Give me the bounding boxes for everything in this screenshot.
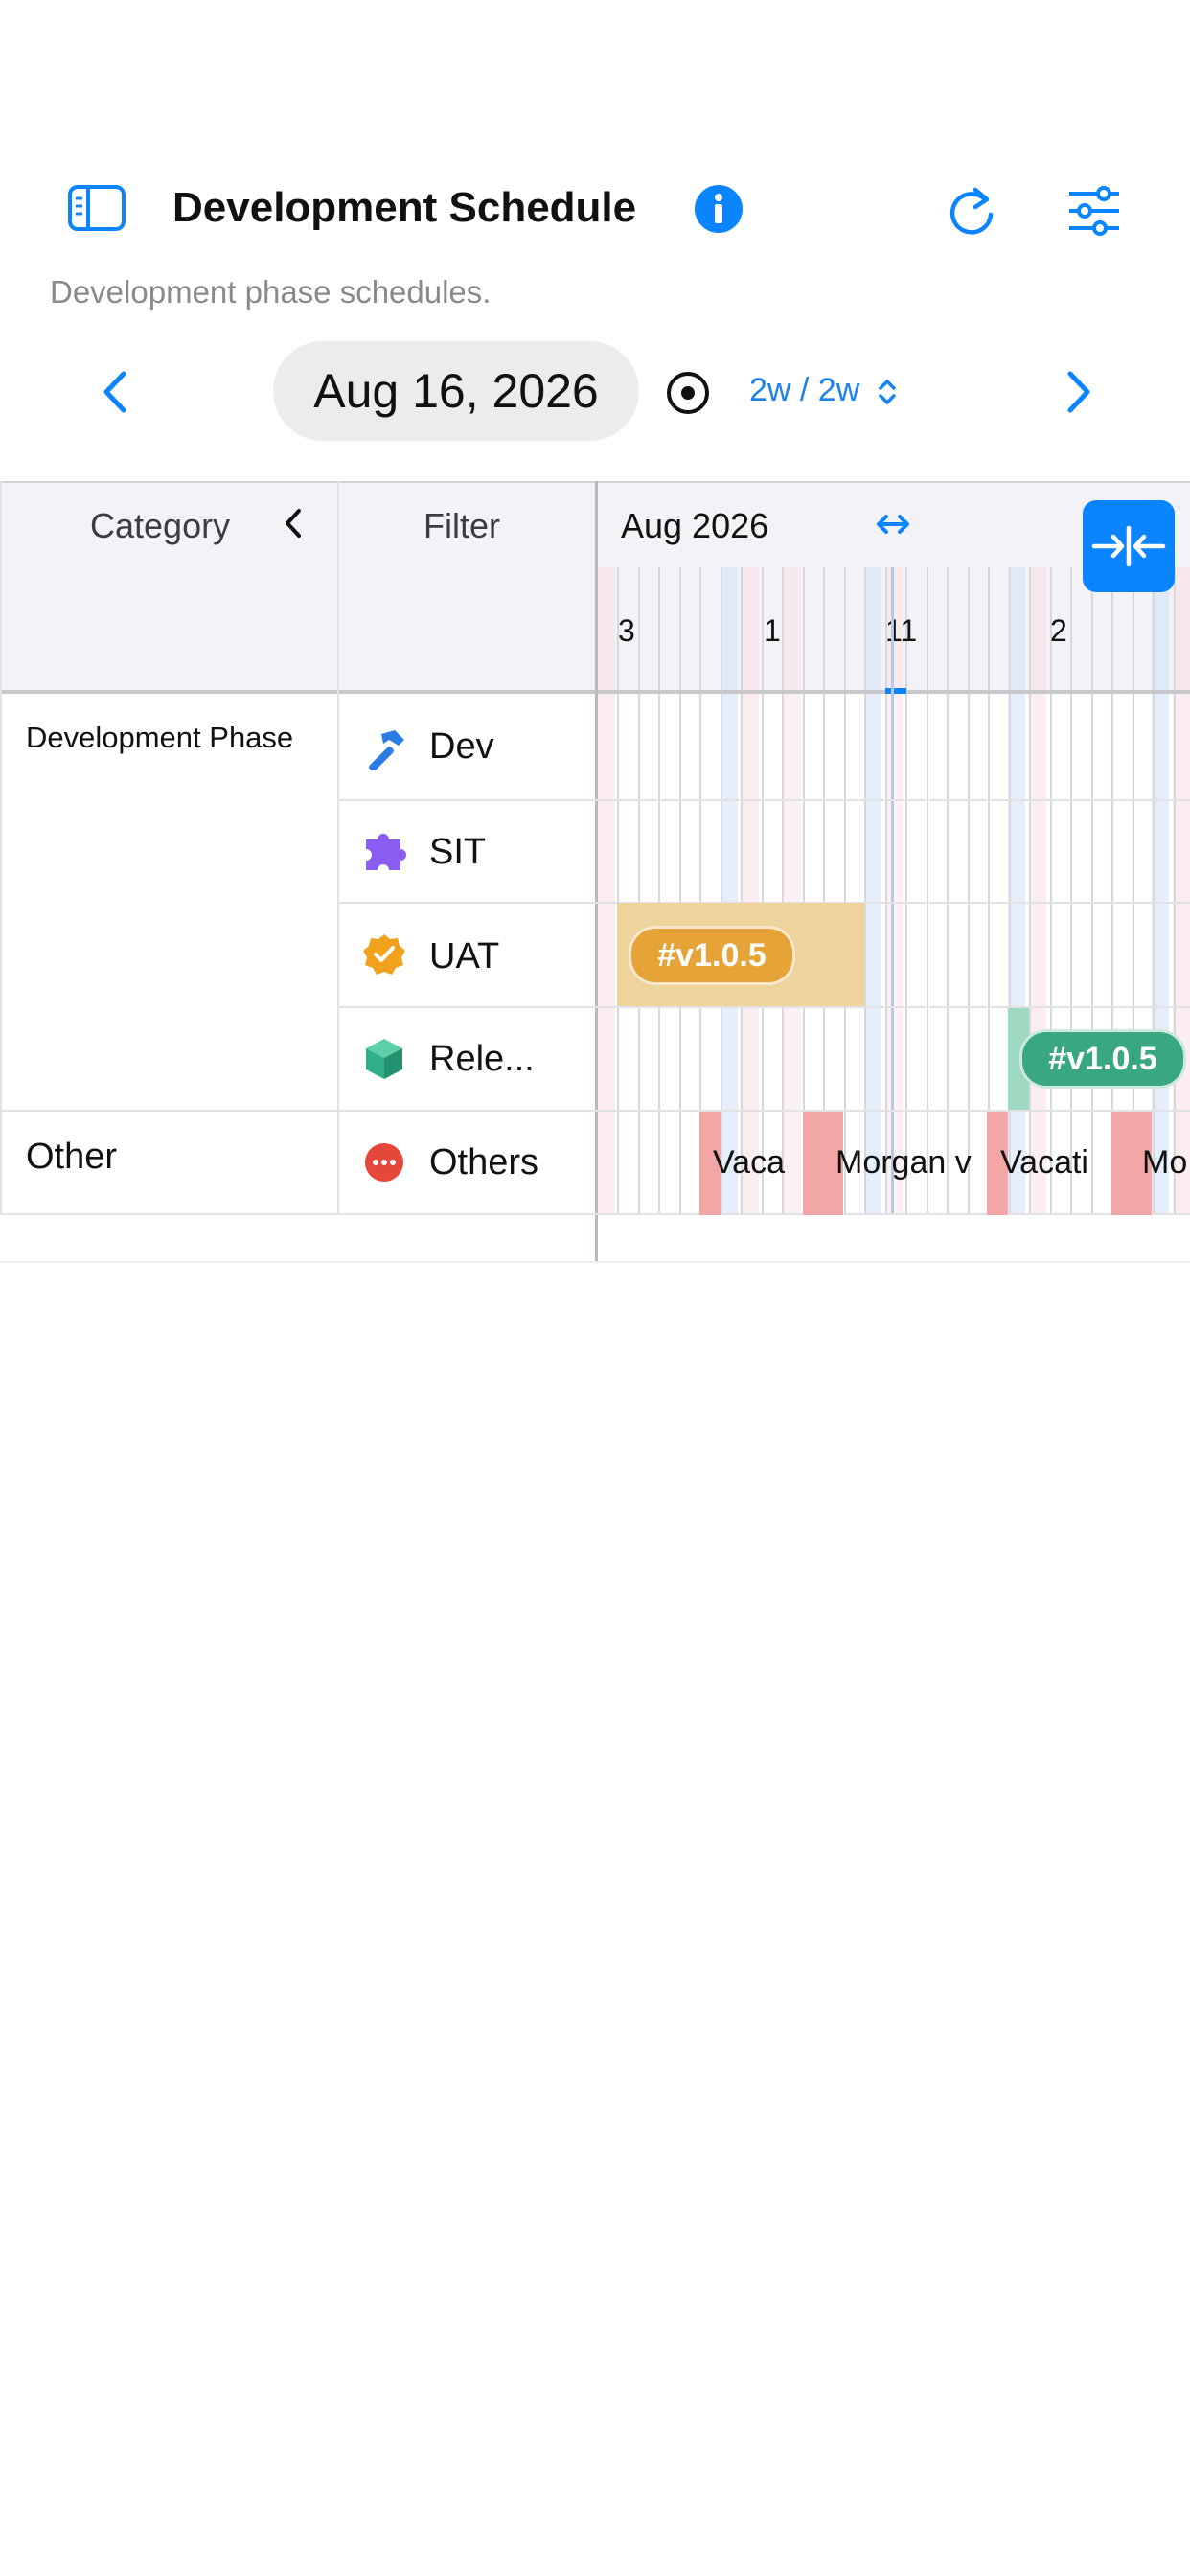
page-subtitle: Development phase schedules. <box>50 274 492 310</box>
collapse-category-button[interactable] <box>280 504 307 542</box>
day-grid-line <box>885 567 887 1215</box>
day-grid-line <box>1174 567 1176 1215</box>
day-grid-line <box>679 567 681 1215</box>
current-date: Aug 16, 2026 <box>313 364 599 418</box>
badge-check-icon <box>363 934 405 975</box>
arrows-inward-icon <box>1091 525 1166 567</box>
day-grid-line <box>905 567 907 1215</box>
filter-row-release[interactable]: Rele... <box>339 1008 594 1110</box>
filter-settings-button[interactable] <box>1067 186 1121 236</box>
chevron-up-down-icon <box>878 380 896 404</box>
info-icon <box>695 185 743 233</box>
filter-label: SIT <box>429 832 487 872</box>
month-label: Aug 2026 <box>621 506 769 545</box>
group-label-development-phase: Development Phase <box>26 721 294 754</box>
filter-label: Others <box>429 1142 539 1183</box>
previous-button[interactable] <box>96 370 134 414</box>
column-header-category[interactable]: Category <box>90 506 230 546</box>
day-grid-line <box>1070 567 1072 1215</box>
filter-label: UAT <box>429 936 500 977</box>
date-picker-button[interactable]: Aug 16, 2026 <box>273 341 639 441</box>
day-grid-line <box>968 567 970 1215</box>
left-edge-divider <box>0 481 2 1213</box>
day-grid-line <box>927 567 928 1215</box>
more-icon <box>365 1143 403 1182</box>
row-divider <box>0 1110 1190 1112</box>
day-grid-line <box>1050 567 1052 1215</box>
chevron-right-icon <box>1067 371 1090 413</box>
filter-row-uat[interactable]: UAT <box>339 904 594 1005</box>
uat-version-label: #v1.0.5 <box>657 936 767 974</box>
chevron-left-icon <box>286 509 301 538</box>
release-version-tag[interactable]: #v1.0.5 <box>1019 1029 1186 1089</box>
today-line <box>891 567 894 1213</box>
day-grid-line <box>762 567 764 1215</box>
day-grid-line <box>947 567 949 1215</box>
day-grid-line <box>844 567 846 1215</box>
uat-version-tag[interactable]: #v1.0.5 <box>629 926 795 985</box>
today-marker <box>885 688 906 694</box>
filter-row-others[interactable]: Others <box>339 1112 594 1213</box>
event-label[interactable]: Vacati <box>1000 1144 1115 1182</box>
filter-label: Dev <box>429 726 494 767</box>
day-grid-line <box>1091 567 1093 1215</box>
day-grid-line <box>864 567 866 1215</box>
day-grid-line <box>658 567 660 1215</box>
hammer-icon <box>369 730 404 770</box>
sliders-icon <box>1069 186 1119 236</box>
row-divider <box>0 1261 1190 1263</box>
day-grid-line <box>617 567 619 1215</box>
day-grid-line <box>638 567 640 1215</box>
day-tick-label: 3 <box>618 613 635 648</box>
today-button[interactable] <box>665 370 711 416</box>
compress-timeline-button[interactable] <box>1083 500 1175 592</box>
day-tick-label: 11 <box>885 613 918 648</box>
event-label[interactable]: Morgan v <box>835 1144 973 1182</box>
refresh-button[interactable] <box>947 182 998 240</box>
filter-row-sit[interactable]: SIT <box>339 801 594 901</box>
filter-column-divider <box>595 481 598 1263</box>
column-header-filter: Filter <box>423 506 500 545</box>
chevron-left-icon <box>103 371 126 413</box>
event-label[interactable]: Mo <box>1142 1144 1190 1182</box>
range-selector[interactable]: 2w / 2w <box>749 372 898 409</box>
target-icon <box>667 372 709 414</box>
row-divider <box>0 1213 1190 1215</box>
cube-icon <box>366 1039 402 1079</box>
day-grid-line <box>1153 567 1155 1215</box>
event-label[interactable]: Vaca <box>713 1144 805 1182</box>
refresh-icon <box>950 187 994 235</box>
filter-label: Rele... <box>429 1039 535 1079</box>
arrow-left-right-icon <box>877 515 909 534</box>
filter-row-dev[interactable]: Dev <box>339 694 594 799</box>
page-title: Development Schedule <box>172 184 637 231</box>
range-label: 2w / 2w <box>749 372 860 408</box>
group-label-other: Other <box>26 1137 118 1177</box>
expand-timeline-button[interactable] <box>872 508 914 540</box>
puzzle-icon <box>366 834 406 870</box>
day-grid-line <box>741 567 743 1215</box>
day-grid-line <box>782 567 784 1215</box>
release-version-label: #v1.0.5 <box>1048 1040 1157 1077</box>
next-button[interactable] <box>1060 370 1098 414</box>
sidebar-icon <box>68 185 126 231</box>
info-button[interactable] <box>694 184 744 234</box>
day-grid-line <box>1029 567 1031 1215</box>
sidebar-toggle-button[interactable] <box>67 184 126 232</box>
day-tick-label: 1 <box>764 613 781 648</box>
day-tick-label: 2 <box>1050 613 1067 648</box>
day-grid-line <box>721 567 722 1215</box>
day-grid-line <box>1009 567 1011 1215</box>
